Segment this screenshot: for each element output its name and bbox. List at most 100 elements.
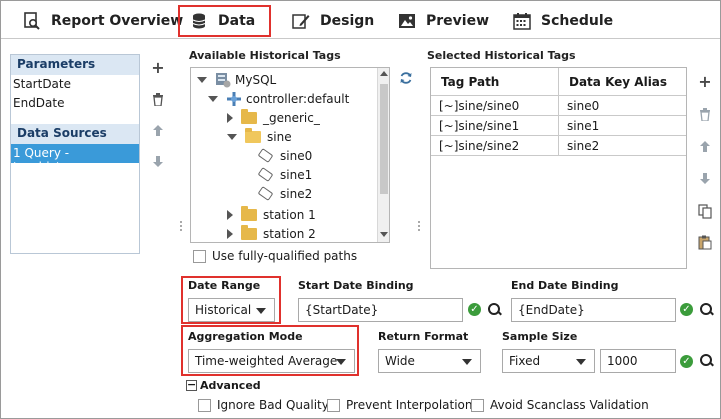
table-cell-path[interactable]: [~]sine/sine0	[431, 96, 559, 116]
table-cell-alias[interactable]: sine1	[559, 116, 686, 136]
tab-label: Data	[218, 13, 256, 29]
checkbox-label: Ignore Bad Quality	[217, 398, 329, 412]
date-range-select[interactable]: Historical	[188, 298, 275, 322]
tree-node-tag[interactable]: sine0	[257, 146, 313, 165]
tag-browser-tree[interactable]: MySQL controller:default _generic_ sine …	[190, 67, 390, 243]
database-server-icon	[216, 72, 231, 87]
aggregation-mode-label: Aggregation Mode	[188, 330, 303, 343]
tree-scrollbar[interactable]	[377, 68, 389, 242]
tag-provider-icon	[227, 91, 241, 106]
ignore-bad-quality-checkbox[interactable]: Ignore Bad Quality	[198, 398, 329, 412]
tab-design[interactable]: Design	[292, 5, 374, 37]
field-value: {StartDate}	[305, 303, 379, 317]
return-format-select[interactable]: Wide	[378, 349, 481, 373]
refresh-icon[interactable]	[399, 71, 413, 85]
sample-size-select[interactable]: Fixed	[502, 349, 595, 373]
tree-label: MySQL	[235, 72, 277, 87]
tag-icon	[257, 148, 274, 163]
tree-node-provider[interactable]: controller:default	[208, 89, 349, 108]
avoid-scanclass-validation-checkbox[interactable]: Avoid Scanclass Validation	[471, 398, 649, 412]
tree-node-station[interactable]: station 2	[227, 224, 316, 242]
datasources-header: Data Sources	[11, 124, 139, 144]
fully-qualified-checkbox[interactable]: Use fully-qualified paths	[193, 249, 357, 263]
search-icon[interactable]	[700, 303, 714, 317]
tree-node-sine[interactable]: sine	[227, 127, 292, 146]
chevron-down-icon	[576, 359, 586, 365]
start-date-binding-field[interactable]: {StartDate}	[298, 298, 463, 322]
image-icon	[398, 12, 416, 30]
return-format-label: Return Format	[378, 330, 469, 343]
expand-arrow-icon[interactable]	[227, 112, 233, 123]
expand-arrow-icon[interactable]	[227, 133, 237, 140]
tree-node-tag[interactable]: sine2	[257, 184, 312, 203]
date-range-label: Date Range	[188, 279, 261, 292]
chevron-down-icon	[256, 308, 266, 314]
checkbox-box[interactable]	[471, 398, 484, 412]
parameters-datasources-panel: Parameters StartDate EndDate Data Source…	[10, 54, 140, 254]
search-icon[interactable]	[488, 303, 502, 317]
tree-node-mysql[interactable]: MySQL	[197, 70, 276, 89]
checkbox-label: Use fully-qualified paths	[212, 249, 358, 263]
expand-arrow-icon[interactable]	[227, 228, 233, 239]
add-tag-icon[interactable]: +	[698, 74, 712, 90]
end-date-binding-field[interactable]: {EndDate}	[511, 298, 676, 322]
move-up-icon[interactable]	[698, 140, 712, 154]
parameter-item[interactable]: EndDate	[11, 94, 139, 113]
parameters-header: Parameters	[11, 55, 139, 75]
checkbox-box[interactable]	[198, 398, 211, 412]
selected-tags-table[interactable]: Tag Path Data Key Alias [~]sine/sine0 si…	[430, 67, 687, 269]
tab-label: Design	[320, 13, 375, 29]
sample-count-field[interactable]: 1000	[600, 349, 676, 373]
tab-data[interactable]: Data	[178, 5, 271, 37]
expand-arrow-icon[interactable]	[208, 95, 218, 102]
column-header-tag-path[interactable]: Tag Path	[431, 68, 559, 96]
table-cell-path[interactable]: [~]sine/sine1	[431, 116, 559, 136]
parameter-item[interactable]: StartDate	[11, 75, 139, 94]
tree-label: sine0	[280, 148, 313, 163]
tab-report-overview[interactable]: Report Overview	[23, 5, 183, 37]
tab-label: Report Overview	[51, 13, 184, 29]
tree-node-tag[interactable]: sine1	[257, 165, 312, 184]
checkbox-label: Prevent Interpolation	[346, 398, 473, 412]
scroll-thumb[interactable]	[380, 84, 388, 194]
folder-icon	[241, 224, 257, 240]
tab-label: Preview	[426, 13, 490, 29]
table-cell-path[interactable]: [~]sine/sine2	[431, 136, 559, 156]
checkbox-box[interactable]	[327, 398, 340, 412]
collapse-advanced-toggle[interactable]: −	[186, 379, 197, 391]
trash-icon[interactable]	[698, 108, 712, 122]
folder-icon	[241, 205, 257, 221]
start-date-binding-label: Start Date Binding	[298, 279, 414, 292]
database-icon	[190, 12, 208, 30]
expand-arrow-icon[interactable]	[227, 209, 233, 220]
paste-icon[interactable]	[698, 235, 712, 250]
trash-icon[interactable]	[151, 93, 165, 107]
tab-schedule[interactable]: Schedule	[513, 5, 613, 37]
copy-icon[interactable]	[698, 204, 712, 219]
field-value: {EndDate}	[518, 303, 585, 317]
expand-arrow-icon[interactable]	[197, 76, 207, 83]
prevent-interpolation-checkbox[interactable]: Prevent Interpolation	[327, 398, 473, 412]
tab-preview[interactable]: Preview	[398, 5, 489, 37]
table-cell-alias[interactable]: sine2	[559, 136, 686, 156]
tree-label: station 2	[263, 226, 316, 241]
checkbox-box[interactable]	[193, 249, 206, 263]
tree-node-station[interactable]: station 1	[227, 205, 316, 224]
tree-label: sine	[267, 129, 292, 144]
add-icon[interactable]: +	[151, 60, 165, 76]
table-cell-alias[interactable]: sine0	[559, 96, 686, 116]
move-down-icon[interactable]	[698, 172, 712, 186]
valid-check-icon: ✓	[680, 355, 693, 368]
column-header-data-key-alias[interactable]: Data Key Alias	[559, 68, 686, 96]
scroll-down-icon[interactable]	[380, 232, 388, 237]
aggregation-mode-select[interactable]: Time-weighted Average	[188, 349, 355, 373]
scroll-up-icon[interactable]	[380, 71, 388, 76]
search-icon[interactable]	[700, 354, 714, 368]
resize-grip[interactable]	[180, 221, 182, 231]
move-up-icon[interactable]	[151, 124, 165, 138]
tree-node-generic[interactable]: _generic_	[227, 108, 320, 127]
valid-check-icon: ✓	[468, 303, 481, 316]
datasource-item[interactable]: 1 Query - tag_history	[11, 144, 139, 174]
resize-grip[interactable]	[418, 221, 420, 231]
move-down-icon[interactable]	[151, 155, 165, 169]
